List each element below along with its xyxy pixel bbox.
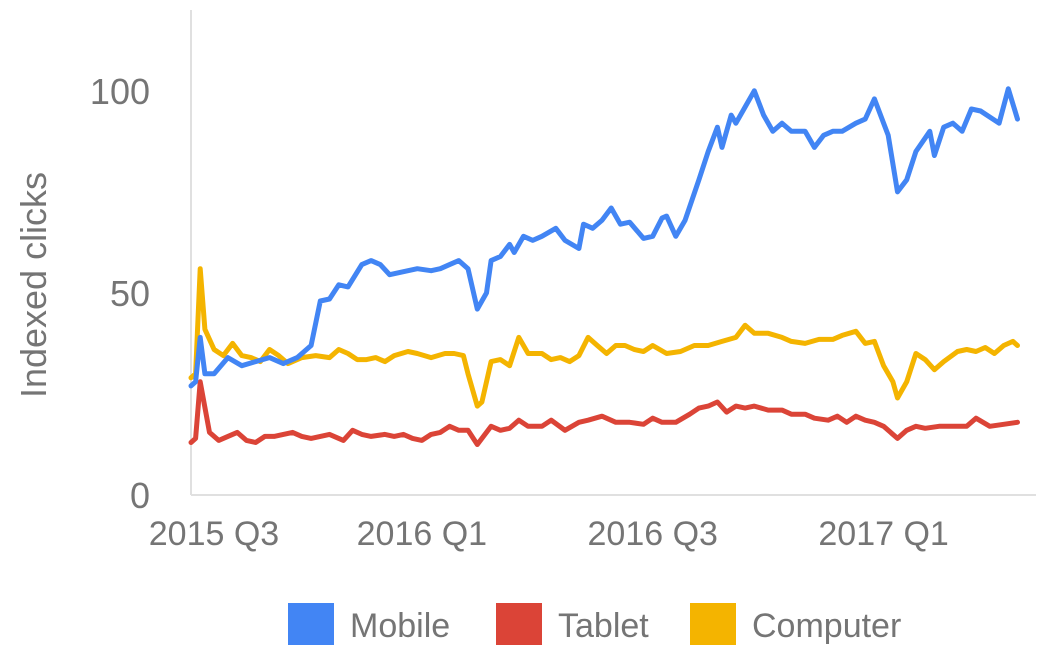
chart: 0 50 100 2015 Q3 2016 Q1 2016 Q3 2017 Q1 Inde… <box>0 0 1045 645</box>
x-tick-label: 2015 Q3 <box>149 515 279 553</box>
legend-swatch <box>288 603 334 645</box>
legend-item-mobile[interactable]: Mobile <box>288 603 450 645</box>
x-tick-labels: 2015 Q3 2016 Q1 2016 Q3 2017 Q1 <box>149 515 949 553</box>
y-tick-labels: 0 50 100 <box>90 71 150 516</box>
legend-item-tablet[interactable]: Tablet <box>496 603 649 645</box>
y-axis-title: Indexed clicks <box>13 172 54 398</box>
series-lines <box>188 86 1020 447</box>
x-tick-label: 2016 Q3 <box>588 515 718 553</box>
legend-label: Mobile <box>350 607 450 645</box>
legend-label: Tablet <box>558 607 649 645</box>
legend-swatch <box>496 603 542 645</box>
y-tick-label: 50 <box>110 273 150 314</box>
x-tick-label: 2017 Q1 <box>818 515 948 553</box>
legend-item-computer[interactable]: Computer <box>690 603 901 645</box>
legend-swatch <box>690 603 736 645</box>
series-line-mobile <box>188 86 1020 389</box>
y-tick-label: 100 <box>90 71 150 112</box>
y-tick-label: 0 <box>130 475 150 516</box>
line-chart: 0 50 100 2015 Q3 2016 Q1 2016 Q3 2017 Q1 Inde… <box>13 10 1036 645</box>
legend: Mobile Tablet Computer <box>288 603 901 645</box>
x-tick-label: 2016 Q1 <box>357 515 487 553</box>
legend-label: Computer <box>752 607 901 645</box>
